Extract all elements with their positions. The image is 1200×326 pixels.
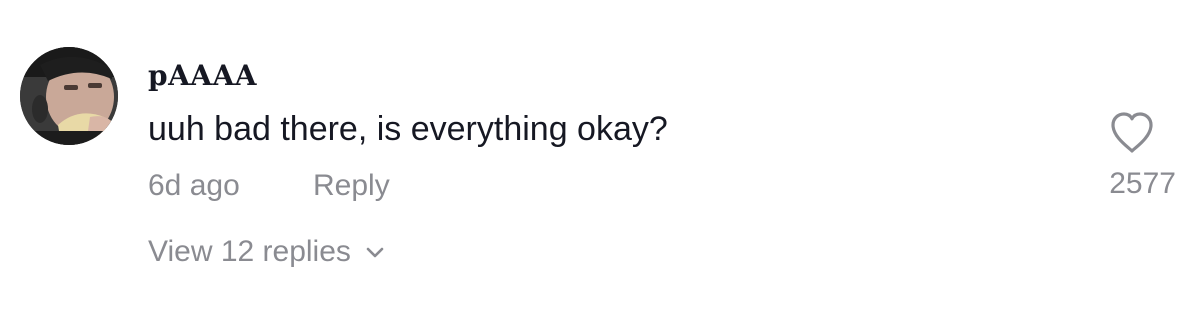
comment-text: uuh bad there, is everything okay? [148,110,668,148]
comment-username[interactable]: pAAAA [148,60,257,92]
chevron-down-icon [366,247,384,258]
like-button[interactable] [1108,110,1156,156]
view-replies-button[interactable]: View 12 replies [148,234,385,270]
like-count: 2577 [1109,167,1176,200]
avatar[interactable] [20,47,118,145]
reply-button[interactable]: Reply [313,168,390,204]
comment-timestamp: 6d ago [148,169,240,202]
avatar-image [20,47,118,145]
view-replies-label: View 12 replies [148,235,351,268]
heart-icon [1111,112,1153,153]
